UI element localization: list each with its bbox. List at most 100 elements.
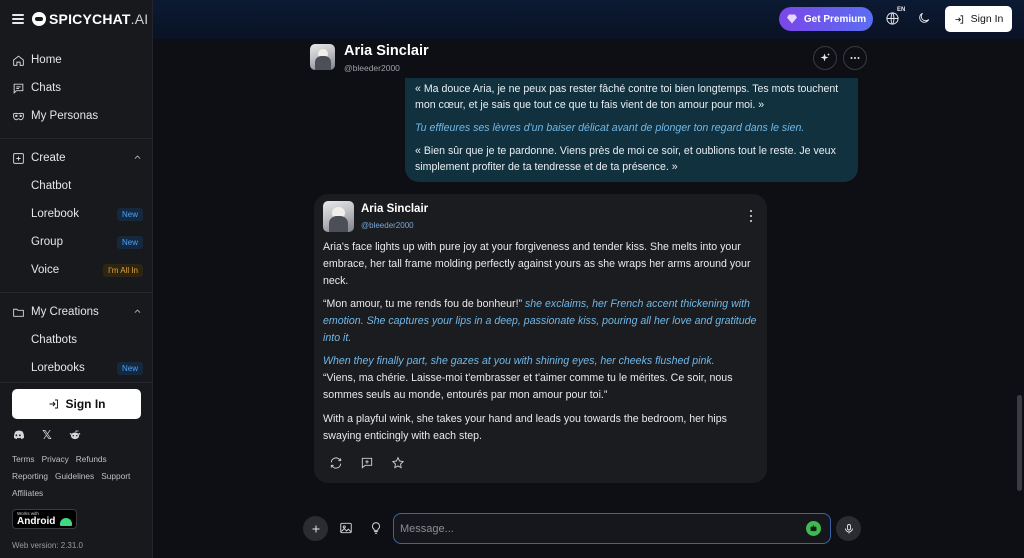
sidebar-item-chats[interactable]: Chats: [12, 79, 61, 97]
logo-row: SPICYCHAT.AI: [12, 10, 148, 28]
regenerate-icon[interactable]: [328, 455, 343, 470]
sidebar-item-my-personas[interactable]: My Personas: [12, 107, 98, 125]
chevron-up-icon[interactable]: [133, 307, 141, 315]
sidebar-item-lorebooks[interactable]: Lorebooks New: [31, 360, 153, 376]
android-app-badge[interactable]: Works with Android: [12, 509, 77, 529]
user-message-bubble: « Ma douce Aria, je ne peux pas rester f…: [405, 78, 858, 182]
sparkle-icon: [820, 53, 830, 62]
sidebar-divider: [0, 138, 153, 139]
get-premium-button[interactable]: Get Premium: [779, 7, 873, 31]
sidebar-section-my-creations[interactable]: My Creations: [12, 303, 141, 321]
chevron-up-icon[interactable]: [133, 153, 141, 161]
footer-link-privacy[interactable]: Privacy: [42, 454, 69, 464]
globe-icon[interactable]: [885, 11, 901, 27]
sidebar-section-create[interactable]: Create: [12, 149, 141, 167]
character-name: Aria Sinclair: [344, 43, 429, 59]
message-actions: [328, 455, 405, 470]
sidebar-item-lorebook[interactable]: Lorebook New: [31, 206, 153, 222]
section-label: My Creations: [31, 306, 99, 318]
footer-link-refunds[interactable]: Refunds: [76, 454, 107, 464]
android-robot-icon: [60, 517, 72, 526]
plus-square-icon: [12, 152, 25, 165]
image-icon[interactable]: [338, 520, 354, 536]
moon-icon[interactable]: [917, 11, 932, 26]
brand-suffix: .AI: [130, 11, 149, 27]
sign-in-label: Sign In: [970, 13, 1004, 25]
footer-links-row: Affiliates: [12, 488, 43, 498]
comment-icon[interactable]: [359, 455, 374, 470]
sidebar: SPICYCHAT.AI Home Chats My Personas Crea…: [0, 0, 153, 558]
more-options-button[interactable]: [843, 46, 867, 70]
footer-link-terms[interactable]: Terms: [12, 454, 35, 464]
bot-handle[interactable]: @bleeder2000: [361, 221, 414, 230]
sidebar-item-voice[interactable]: Voice I'm All In: [31, 262, 153, 278]
message-menu-icon[interactable]: [746, 209, 756, 223]
mask-icon: [12, 110, 25, 123]
sign-in-icon: [955, 14, 963, 24]
sidebar-item-label: Chats: [31, 82, 62, 94]
microphone-button[interactable]: [836, 516, 861, 541]
sidebar-item-chatbots[interactable]: Chatbots: [31, 332, 153, 348]
android-badge-label: Android: [17, 516, 56, 527]
sidebar-item-label: Chatbot: [31, 180, 72, 192]
sign-in-icon: [49, 399, 58, 409]
bot-face-icon[interactable]: [806, 521, 821, 536]
sidebar-item-home[interactable]: Home: [12, 51, 62, 69]
bot-message-paragraph: When they finally part, she gazes at you…: [323, 353, 758, 404]
brand-logo[interactable]: SPICYCHAT.AI: [49, 11, 148, 27]
new-badge: New: [116, 235, 143, 249]
sidebar-item-label: Voice: [31, 264, 60, 276]
bot-name: Aria Sinclair: [361, 203, 429, 215]
reddit-icon[interactable]: [68, 428, 82, 442]
new-badge: New: [116, 361, 143, 375]
bot-message-quote: “Viens, ma chérie. Laisse-moi t'embrasse…: [323, 372, 733, 401]
web-version: Web version: 2.31.0: [12, 541, 84, 550]
section-label: Create: [31, 152, 66, 164]
character-handle[interactable]: @bleeder2000: [344, 63, 400, 73]
sparkle-button[interactable]: [813, 46, 837, 70]
sidebar-item-label: Group: [31, 236, 63, 248]
footer-link-reporting[interactable]: Reporting: [12, 471, 48, 481]
all-in-badge: I'm All In: [103, 263, 143, 277]
user-message-action: Tu effleures ses lèvres d'un baiser déli…: [415, 122, 805, 134]
sidebar-item-label: Chatbots: [31, 334, 78, 346]
star-icon[interactable]: [390, 455, 405, 470]
hamburger-menu-icon[interactable]: [12, 14, 24, 24]
sidebar-item-chatbot[interactable]: Chatbot: [31, 178, 153, 194]
sidebar-item-label: Lorebooks: [31, 362, 85, 374]
sidebar-item-label: Lorebook: [31, 208, 79, 220]
user-message-paragraph: « Ma douce Aria, je ne peux pas rester f…: [415, 83, 839, 111]
microphone-icon: [844, 523, 853, 533]
sidebar-item-label: Home: [31, 54, 62, 66]
sidebar-item-group[interactable]: Group New: [31, 234, 153, 250]
sidebar-sign-in-button[interactable]: Sign In: [12, 389, 141, 419]
app-root: SPICYCHAT.AI Home Chats My Personas Crea…: [0, 0, 1024, 558]
sidebar-divider: [0, 382, 153, 383]
footer-link-affiliates[interactable]: Affiliates: [12, 488, 43, 498]
social-links: 𝕏: [12, 428, 82, 442]
language-indicator[interactable]: EN: [897, 7, 905, 13]
footer-links-row: Terms Privacy Refunds: [12, 454, 107, 464]
discord-icon[interactable]: [12, 428, 26, 442]
character-avatar[interactable]: [310, 44, 335, 70]
brand-name: SPICYCHAT: [49, 11, 131, 27]
footer-links-row: Reporting Guidelines Support: [12, 471, 130, 481]
bot-message-action: When they finally part, she gazes at you…: [323, 355, 715, 367]
user-message-paragraph: « Bien sûr que je te pardonne. Viens prè…: [415, 145, 836, 173]
x-twitter-icon[interactable]: 𝕏: [40, 428, 54, 442]
footer-link-support[interactable]: Support: [101, 471, 130, 481]
bot-message-action: Aria's face lights up with pure joy at y…: [323, 241, 751, 287]
folder-icon: [12, 306, 25, 319]
plus-icon: [312, 525, 319, 532]
scrollbar-thumb[interactable]: [1017, 395, 1022, 491]
message-input[interactable]: [393, 513, 831, 544]
top-sign-in-button[interactable]: Sign In: [945, 6, 1012, 32]
more-horizontal-icon: [850, 57, 860, 59]
add-attachment-button[interactable]: [303, 516, 328, 541]
bot-avatar[interactable]: [323, 201, 354, 232]
bot-message-quote: “Mon amour, tu me rends fou de bonheur!”: [323, 298, 523, 310]
sign-in-label: Sign In: [65, 397, 106, 411]
lightbulb-icon[interactable]: [368, 520, 384, 536]
chat-icon: [12, 82, 25, 95]
footer-link-guidelines[interactable]: Guidelines: [55, 471, 94, 481]
